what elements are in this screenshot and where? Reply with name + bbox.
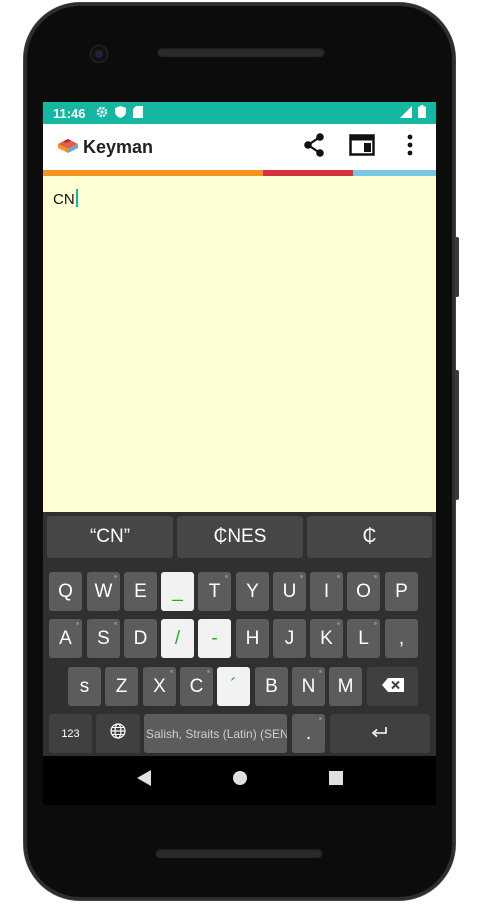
key-label: A (59, 627, 72, 649)
suggestion-2[interactable]: ₵NES (177, 516, 303, 558)
key-label: W (94, 580, 113, 602)
settings-gear-icon (96, 106, 108, 121)
key-w[interactable]: W (87, 572, 120, 611)
status-bar: 11:46 (43, 102, 436, 124)
front-camera (91, 46, 107, 62)
key-u[interactable]: U (273, 572, 306, 611)
key-j[interactable]: J (273, 619, 306, 658)
screen: 11:46 Keyman CN “CN” ₵NES ₵ Q W E _ T Y … (43, 102, 436, 805)
overflow-menu-button[interactable] (394, 131, 426, 163)
battery-icon (418, 105, 426, 121)
key-d[interactable]: D (124, 619, 157, 658)
text-cursor (75, 189, 78, 207)
key-z[interactable]: Z (105, 667, 138, 706)
key-q[interactable]: Q (49, 572, 82, 611)
key-m[interactable]: M (329, 667, 362, 706)
key-e[interactable]: E (124, 572, 157, 611)
key-hyphen[interactable]: - (198, 619, 231, 658)
status-time: 11:46 (53, 105, 86, 121)
suggestion-1[interactable]: “CN” (47, 516, 173, 558)
text-editor[interactable]: CN (43, 176, 436, 512)
key-comma[interactable]: , (385, 619, 418, 658)
long-press-dot (207, 670, 210, 673)
back-icon[interactable] (136, 770, 151, 791)
long-press-dot (374, 622, 377, 625)
key-o[interactable]: O (347, 572, 380, 611)
spacebar[interactable]: Salish, Straits (Latin) (SENĆ (144, 714, 287, 753)
backspace-icon (381, 676, 404, 698)
recents-icon[interactable] (328, 771, 343, 790)
long-press-dot (170, 670, 173, 673)
home-icon[interactable] (232, 771, 247, 790)
earpiece-speaker (157, 47, 325, 57)
key-underscore[interactable]: _ (161, 572, 194, 611)
share-icon (302, 132, 326, 163)
enter-key[interactable] (330, 714, 430, 753)
key-y[interactable]: Y (236, 572, 269, 611)
key-t[interactable]: T (198, 572, 231, 611)
key-a[interactable]: A (49, 619, 82, 658)
key-label: I (323, 580, 330, 602)
key-x[interactable]: X (143, 667, 176, 706)
key-s-lower[interactable]: s (68, 667, 101, 706)
key-label: L (358, 627, 369, 649)
signal-icon (400, 105, 412, 121)
keyman-logo: Keyman (57, 136, 153, 159)
long-press-dot (337, 575, 340, 578)
volume-button (455, 370, 459, 500)
long-press-dot (114, 575, 117, 578)
key-label: . (305, 722, 312, 744)
key-label: U (282, 580, 297, 602)
long-press-dot (76, 622, 79, 625)
suggestion-bar: “CN” ₵NES ₵ (43, 516, 436, 558)
key-s[interactable]: S (87, 619, 120, 658)
long-press-dot (319, 717, 322, 720)
globe-key[interactable] (96, 714, 140, 753)
long-press-dot (114, 622, 117, 625)
browser-window-icon (349, 133, 375, 161)
key-label: T (208, 580, 221, 602)
backspace-key[interactable] (367, 667, 418, 706)
key-i[interactable]: I (310, 572, 343, 611)
key-label: S (97, 627, 110, 649)
app-name: Keyman (83, 136, 154, 157)
power-button (455, 237, 459, 297)
long-press-dot (319, 670, 322, 673)
keyboard: “CN” ₵NES ₵ Q W E _ T Y U I O P A S D / … (43, 512, 436, 756)
key-label: C (189, 675, 204, 697)
enter-icon (371, 723, 388, 745)
bottom-speaker (155, 848, 323, 858)
key-n[interactable]: N (292, 667, 325, 706)
globe-icon (110, 722, 126, 745)
key-period[interactable]: . (292, 714, 325, 753)
key-label: X (153, 675, 166, 697)
sd-card-icon (132, 105, 143, 121)
app-bar: Keyman (43, 124, 436, 170)
more-vert-icon (407, 134, 413, 161)
key-p[interactable]: P (385, 572, 418, 611)
key-label: K (320, 627, 333, 649)
suggestion-3[interactable]: ₵ (307, 516, 432, 558)
long-press-dot (337, 622, 340, 625)
key-label: O (356, 580, 371, 602)
key-c[interactable]: C (180, 667, 213, 706)
long-press-dot (225, 575, 228, 578)
shield-icon (114, 105, 126, 121)
key-acute[interactable]: ´ (217, 667, 250, 706)
key-slash[interactable]: / (161, 619, 194, 658)
key-k[interactable]: K (310, 619, 343, 658)
keyman-logo-icon (57, 136, 79, 159)
share-button[interactable] (298, 131, 330, 163)
long-press-dot (300, 575, 303, 578)
key-label: N (301, 675, 316, 697)
key-b[interactable]: B (255, 667, 288, 706)
key-h[interactable]: H (236, 619, 269, 658)
numbers-key[interactable]: 123 (49, 714, 92, 753)
navigation-bar (43, 756, 436, 805)
long-press-dot (374, 575, 377, 578)
key-l[interactable]: L (347, 619, 380, 658)
editor-text: CN (53, 191, 75, 208)
web-browser-button[interactable] (346, 131, 378, 163)
